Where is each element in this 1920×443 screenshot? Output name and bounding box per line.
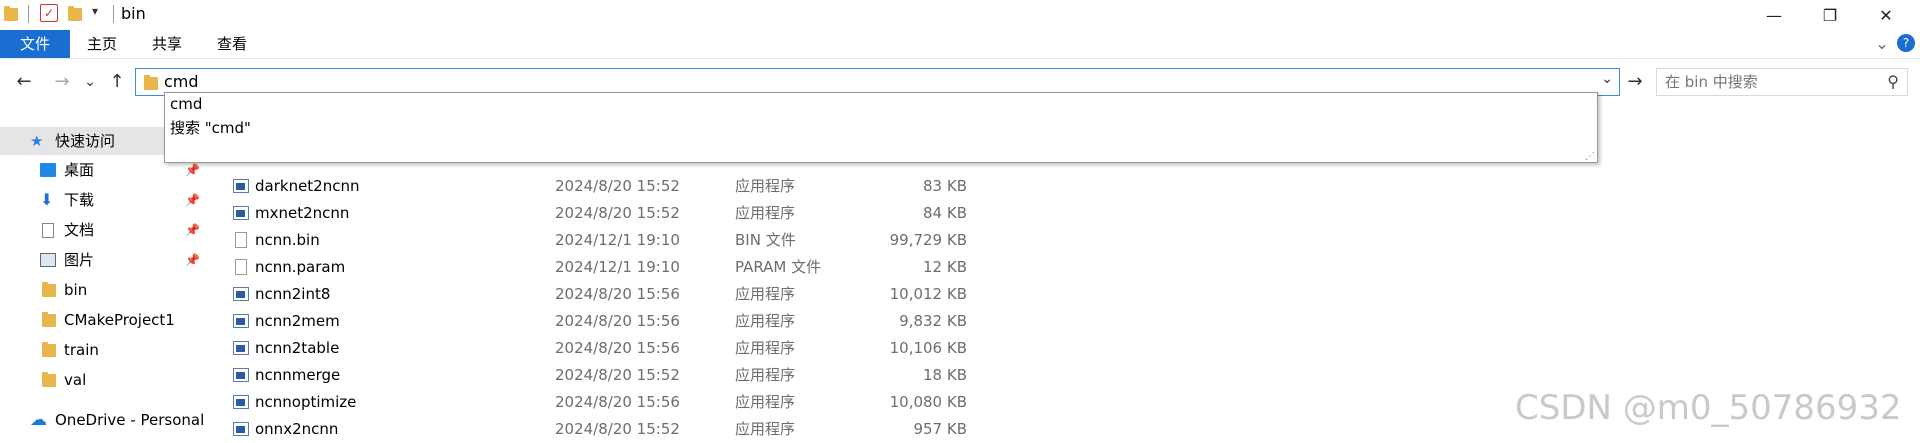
autocomplete-item[interactable]: cmd bbox=[170, 95, 202, 113]
exe-icon bbox=[233, 341, 249, 355]
tab-share[interactable]: 共享 bbox=[147, 30, 187, 58]
search-icon[interactable]: ⚲ bbox=[1887, 72, 1899, 91]
recent-locations-button[interactable]: ⌄ bbox=[82, 67, 98, 97]
pin-icon[interactable]: 📌 bbox=[185, 246, 200, 274]
folder-icon bbox=[40, 372, 56, 387]
file-row[interactable]: ncnn2mem 2024/8/20 15:56 应用程序 9,832 KB bbox=[225, 308, 1005, 335]
search-box[interactable]: ⚲ bbox=[1656, 68, 1908, 96]
file-row[interactable]: ncnn2int8 2024/8/20 15:56 应用程序 10,012 KB bbox=[225, 281, 1005, 308]
exe-icon bbox=[233, 287, 249, 301]
sidebar-item-documents[interactable]: 文档 📌 bbox=[0, 216, 205, 244]
tab-view[interactable]: 查看 bbox=[212, 30, 252, 58]
watermark: CSDN @m0_50786932 bbox=[1515, 388, 1902, 428]
help-icon[interactable]: ? bbox=[1897, 34, 1915, 52]
tab-file[interactable]: 文件 bbox=[0, 30, 70, 58]
picture-icon bbox=[40, 253, 56, 267]
star-icon: ★ bbox=[30, 132, 44, 150]
forward-button[interactable]: → bbox=[50, 67, 74, 97]
file-row[interactable]: ncnn.bin 2024/12/1 19:10 BIN 文件 99,729 K… bbox=[225, 227, 1005, 254]
divider bbox=[28, 5, 29, 23]
go-button[interactable]: → bbox=[1622, 67, 1648, 97]
maximize-button[interactable]: ❐ bbox=[1802, 0, 1858, 30]
sidebar-item-val[interactable]: val bbox=[0, 366, 205, 394]
sidebar-item-downloads[interactable]: ⬇ 下载 📌 bbox=[0, 186, 205, 214]
exe-icon bbox=[233, 314, 249, 328]
properties-icon[interactable]: ✓ bbox=[40, 4, 58, 22]
download-icon: ⬇ bbox=[40, 190, 54, 209]
customize-toolbar-icon[interactable]: ▾ bbox=[92, 4, 98, 18]
title-bar: ✓ ▾ bin — ❐ ✕ bbox=[0, 0, 1920, 30]
sidebar-item-pictures[interactable]: 图片 📌 bbox=[0, 246, 205, 274]
pin-icon[interactable]: 📌 bbox=[185, 216, 200, 244]
file-row[interactable]: mxnet2ncnn 2024/8/20 15:52 应用程序 84 KB bbox=[225, 200, 1005, 227]
ribbon-tabs: 文件 主页 共享 查看 ⌄ ? bbox=[0, 30, 1920, 59]
folder-icon bbox=[40, 312, 56, 327]
back-button[interactable]: ← bbox=[12, 67, 36, 97]
divider bbox=[113, 5, 114, 23]
file-row[interactable]: ncnnoptimize 2024/8/20 15:56 应用程序 10,080… bbox=[225, 389, 1005, 416]
sidebar-item-cmakeproject1[interactable]: CMakeProject1 bbox=[0, 306, 205, 334]
resize-grip-icon[interactable]: ⋰ bbox=[1585, 151, 1595, 162]
file-icon bbox=[235, 232, 247, 248]
close-button[interactable]: ✕ bbox=[1858, 0, 1914, 30]
folder-icon bbox=[40, 282, 56, 297]
address-dropdown-icon[interactable]: ⌄ bbox=[1601, 71, 1613, 87]
desktop-icon bbox=[40, 163, 56, 177]
file-icon bbox=[235, 259, 247, 275]
search-input[interactable] bbox=[1665, 69, 1865, 95]
exe-icon bbox=[233, 395, 249, 409]
exe-icon bbox=[233, 179, 249, 193]
window-title: bin bbox=[121, 4, 146, 23]
tab-home[interactable]: 主页 bbox=[82, 30, 122, 58]
file-row[interactable]: darknet2ncnn 2024/8/20 15:52 应用程序 83 KB bbox=[225, 173, 1005, 200]
sidebar-item-train[interactable]: train bbox=[0, 336, 205, 364]
file-row[interactable]: ncnnmerge 2024/8/20 15:52 应用程序 18 KB bbox=[225, 362, 1005, 389]
document-icon bbox=[42, 223, 54, 238]
exe-icon bbox=[233, 422, 249, 436]
minimize-button[interactable]: — bbox=[1746, 0, 1802, 30]
ribbon-collapse-icon[interactable]: ⌄ bbox=[1872, 30, 1892, 58]
file-row[interactable]: ncnn2table 2024/8/20 15:56 应用程序 10,106 K… bbox=[225, 335, 1005, 362]
cloud-icon: ☁ bbox=[30, 410, 47, 430]
exe-icon bbox=[233, 368, 249, 382]
up-button[interactable]: ↑ bbox=[106, 67, 128, 97]
sidebar-item-bin[interactable]: bin bbox=[0, 276, 205, 304]
address-autocomplete-dropdown: cmd 搜索 "cmd" ⋰ bbox=[164, 92, 1598, 163]
navigation-pane: ★ 快速访问 桌面 📌 ⬇ 下载 📌 文档 📌 图片 📌 bin CMakePr… bbox=[0, 122, 205, 439]
exe-icon bbox=[233, 206, 249, 220]
folder-icon bbox=[40, 342, 56, 357]
autocomplete-item[interactable]: 搜索 "cmd" bbox=[170, 117, 251, 138]
pin-icon[interactable]: 📌 bbox=[185, 186, 200, 214]
file-row[interactable]: ncnn.param 2024/12/1 19:10 PARAM 文件 12 K… bbox=[225, 254, 1005, 281]
sidebar-item-onedrive[interactable]: ☁ OneDrive - Personal bbox=[0, 406, 205, 434]
